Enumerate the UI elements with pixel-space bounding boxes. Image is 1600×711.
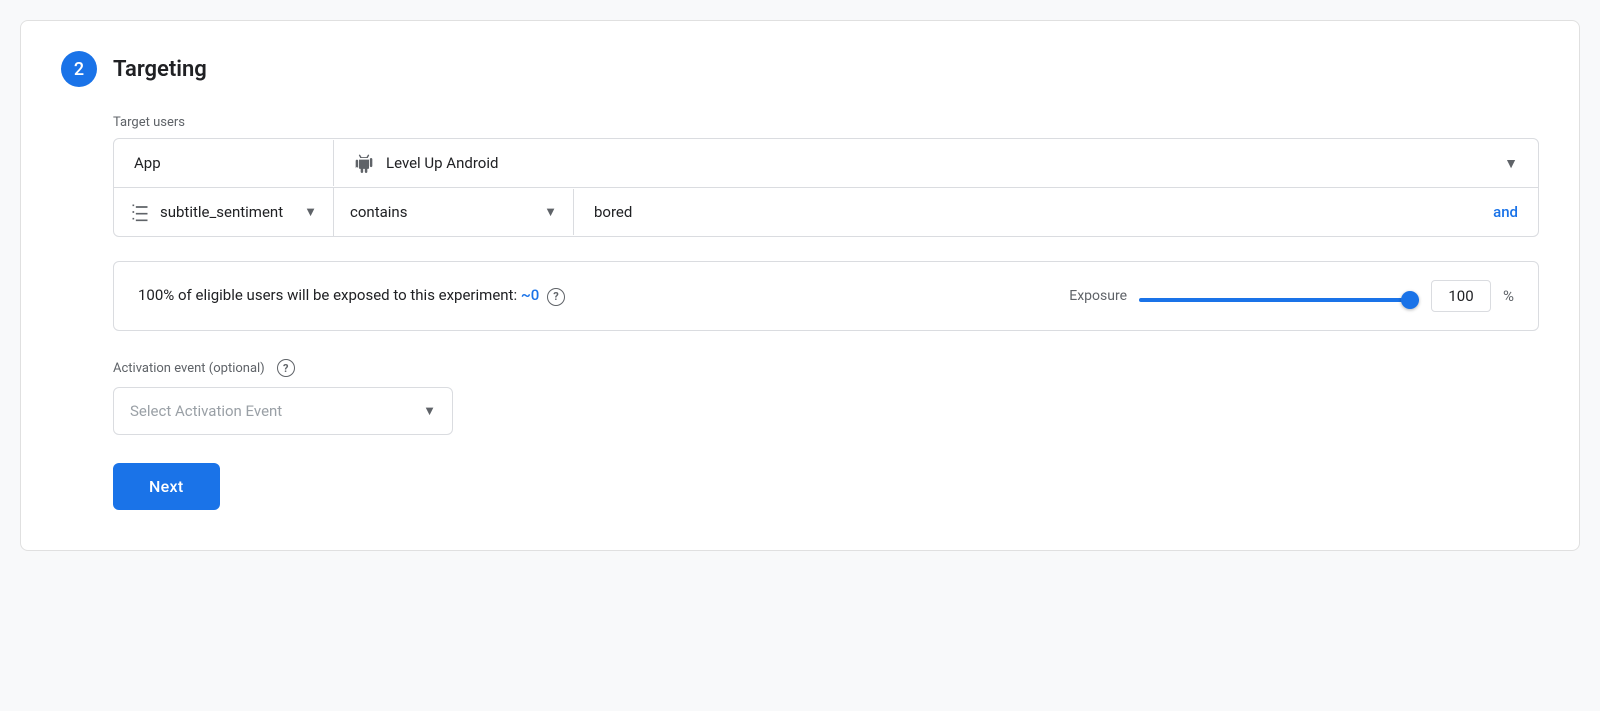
exposure-slider[interactable] [1139, 298, 1419, 302]
activation-event-placeholder: Select Activation Event [130, 402, 282, 420]
app-row: App Level Up Android ▼ [114, 139, 1538, 188]
exposure-controls: Exposure 100 % [1069, 280, 1514, 312]
filter-value: bored [594, 203, 632, 221]
activation-help-icon[interactable]: ? [277, 359, 295, 377]
operator-select[interactable]: contains ▼ [334, 189, 574, 235]
filter-type-cell: subtitle_sentiment ▼ [114, 188, 334, 236]
android-icon [354, 153, 374, 173]
exposure-prefix: 100% of eligible users will be exposed t… [138, 286, 517, 304]
filter-attribute-value: subtitle_sentiment [160, 203, 283, 221]
exposure-box: 100% of eligible users will be exposed t… [113, 261, 1539, 331]
activation-event-select[interactable]: Select Activation Event ▼ [113, 387, 453, 435]
value-cell: bored and [574, 189, 1538, 235]
activation-label-row: Activation event (optional) ? [113, 359, 1539, 377]
content-area: Target users App Level Up Android ▼ [113, 115, 1539, 510]
app-select-content: Level Up Android [354, 153, 498, 173]
exposure-description: 100% of eligible users will be exposed t… [138, 286, 1049, 305]
filter-attribute-select[interactable]: subtitle_sentiment ▼ [160, 203, 317, 221]
and-link[interactable]: and [1493, 203, 1518, 221]
next-button[interactable]: Next [113, 463, 220, 510]
app-select[interactable]: Level Up Android ▼ [334, 139, 1538, 187]
activation-event-label: Activation event (optional) [113, 361, 265, 376]
filter-type-icon [130, 202, 150, 222]
target-users-box: App Level Up Android ▼ [113, 138, 1539, 237]
target-users-label: Target users [113, 115, 1539, 130]
section-title: Targeting [113, 57, 207, 82]
filter-row: subtitle_sentiment ▼ contains ▼ bored an… [114, 188, 1538, 236]
chevron-down-icon: ▼ [1504, 155, 1518, 172]
page-container: 2 Targeting Target users App Level Up An… [20, 20, 1580, 551]
exposure-label: Exposure [1069, 288, 1127, 304]
help-icon[interactable]: ? [547, 288, 565, 306]
app-value: Level Up Android [386, 154, 498, 172]
activation-chevron-icon: ▼ [423, 403, 436, 419]
percent-label: % [1503, 287, 1514, 305]
section-header: 2 Targeting [61, 51, 1539, 87]
app-label: App [114, 140, 334, 186]
operator-chevron: ▼ [544, 204, 557, 220]
filter-attribute-chevron: ▼ [304, 204, 317, 220]
slider-container [1139, 287, 1419, 306]
exposure-value-box: 100 [1431, 280, 1491, 312]
operator-value: contains [350, 203, 407, 221]
step-badge: 2 [61, 51, 97, 87]
exposure-approx: ~0 [521, 286, 539, 304]
